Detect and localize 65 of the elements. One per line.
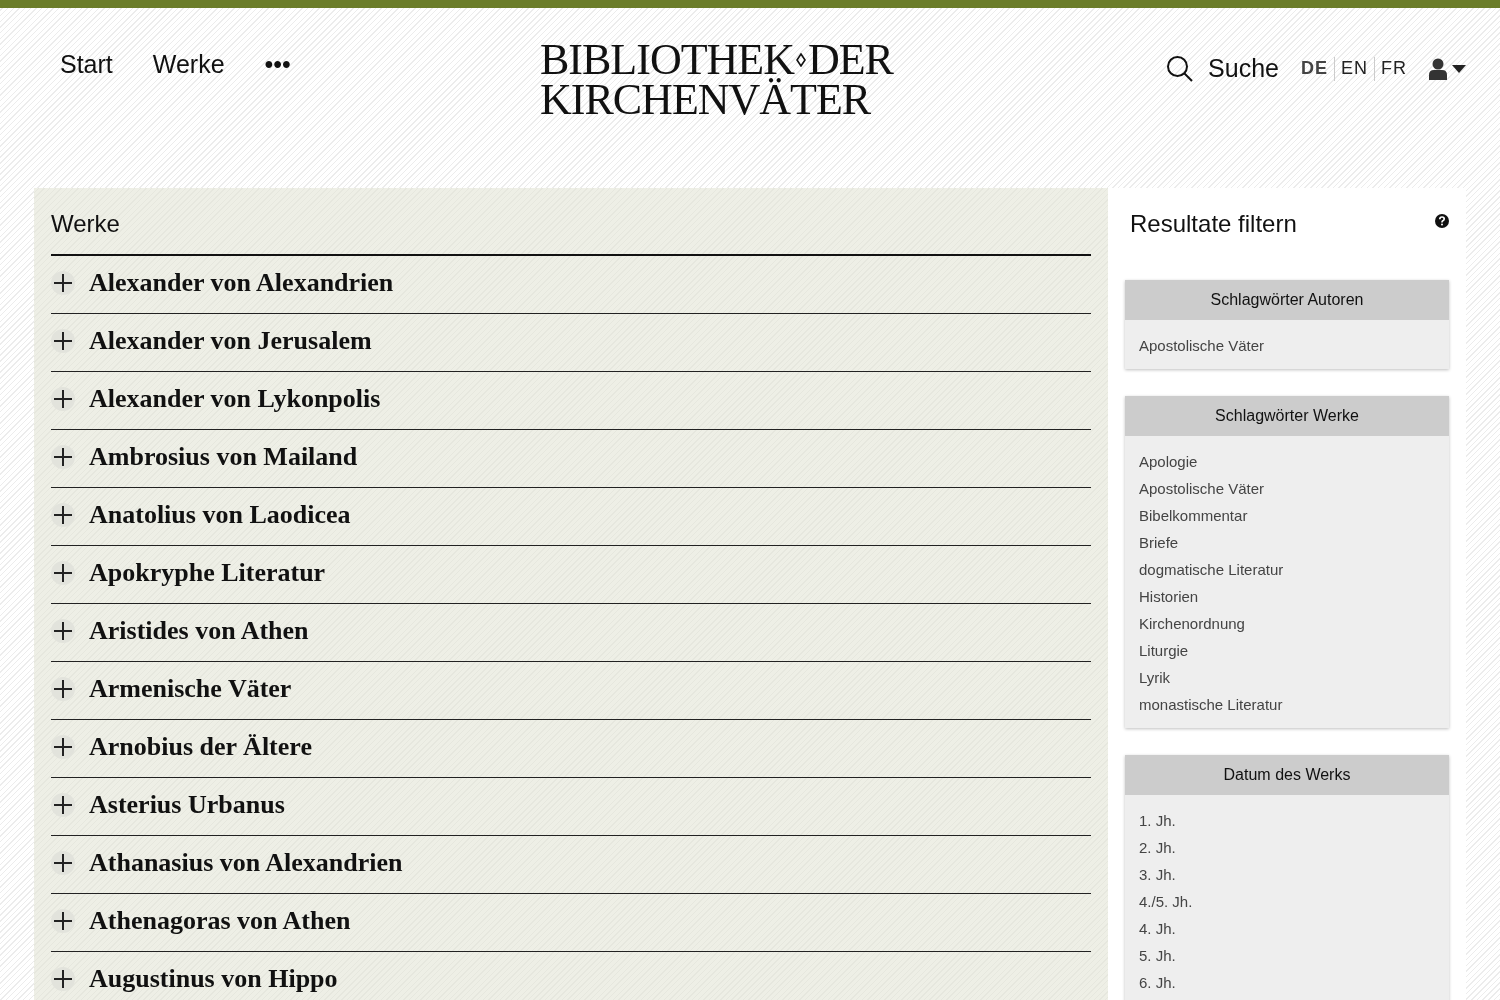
filter-option[interactable]: Briefe	[1139, 529, 1435, 556]
expand-icon[interactable]	[51, 908, 75, 933]
filter-option[interactable]: monastische Literatur	[1139, 691, 1435, 718]
logo-text: DER	[807, 40, 893, 80]
language-link[interactable]: EN	[1341, 58, 1368, 79]
filter-heading: Schlagwörter Autoren	[1125, 280, 1449, 320]
filter-heading: Schlagwörter Werke	[1125, 396, 1449, 436]
expand-icon[interactable]	[51, 386, 75, 411]
filter-option[interactable]: Bibelkommentar	[1139, 502, 1435, 529]
author-link[interactable]: Athanasius von Alexandrien	[89, 847, 403, 878]
filter-option[interactable]: 4./5. Jh.	[1139, 888, 1435, 915]
search-icon	[1166, 54, 1195, 83]
caret-icon	[1452, 64, 1466, 73]
filter-option[interactable]: Historien	[1139, 583, 1435, 610]
filter-option[interactable]: 1. Jh.	[1139, 807, 1435, 834]
expand-icon[interactable]	[51, 850, 75, 875]
filter-option[interactable]: Apostolische Väter	[1139, 332, 1435, 359]
filter-option[interactable]: Liturgie	[1139, 637, 1435, 664]
filter-option[interactable]: Apostolische Väter	[1139, 475, 1435, 502]
user-icon	[1429, 57, 1447, 80]
filter-option[interactable]: 5. Jh.	[1139, 942, 1435, 969]
nav-link[interactable]: Start	[60, 50, 113, 79]
filter-option[interactable]: 6. Jh.	[1139, 969, 1435, 996]
author-link[interactable]: Arnobius der Ältere	[89, 731, 312, 762]
author-link[interactable]: Armenische Väter	[89, 673, 292, 704]
language-link[interactable]: FR	[1381, 58, 1407, 79]
logo[interactable]: BIBLIOTHEK DER KIRCHENVÄTER	[540, 40, 893, 120]
author-link[interactable]: Anatolius von Laodicea	[89, 499, 351, 530]
expand-icon[interactable]	[51, 328, 75, 353]
filter-option[interactable]: Kirchenordnung	[1139, 610, 1435, 637]
expand-icon[interactable]	[51, 444, 75, 469]
expand-icon[interactable]	[51, 502, 75, 527]
section-title: Werke	[51, 188, 1091, 256]
filter-option[interactable]: Apologie	[1139, 448, 1435, 475]
help-icon[interactable]	[1435, 214, 1449, 228]
filter-option[interactable]: 2. Jh.	[1139, 834, 1435, 861]
filter-heading: Datum des Werks	[1125, 755, 1449, 795]
user-menu-button[interactable]	[1429, 57, 1466, 80]
expand-icon[interactable]	[51, 560, 75, 585]
expand-icon[interactable]	[51, 966, 75, 991]
nav-link[interactable]: •••	[264, 50, 291, 79]
author-link[interactable]: Augustinus von Hippo	[89, 963, 338, 994]
author-link[interactable]: Alexander von Alexandrien	[89, 267, 394, 298]
expand-icon[interactable]	[51, 734, 75, 759]
filter-option[interactable]: 3. Jh.	[1139, 861, 1435, 888]
expand-icon[interactable]	[51, 792, 75, 817]
logo-text: KIRCHENVÄTER	[540, 80, 871, 120]
filter-option[interactable]: Lyrik	[1139, 664, 1435, 691]
author-link[interactable]: Athenagoras von Athen	[89, 905, 351, 936]
expand-icon[interactable]	[51, 618, 75, 643]
author-link[interactable]: Ambrosius von Mailand	[89, 441, 358, 472]
diamond-icon	[795, 53, 806, 67]
author-link[interactable]: Alexander von Jerusalem	[89, 325, 372, 356]
language-link[interactable]: DE	[1300, 58, 1328, 79]
expand-icon[interactable]	[51, 270, 75, 295]
sidebar-title: Resultate filtern	[1130, 210, 1297, 238]
author-link[interactable]: Apokryphe Literatur	[89, 557, 326, 588]
author-link[interactable]: Aristides von Athen	[89, 615, 309, 646]
nav-link[interactable]: Werke	[152, 50, 225, 79]
filter-option[interactable]: 4. Jh.	[1139, 915, 1435, 942]
author-link[interactable]: Alexander von Lykonpolis	[89, 383, 381, 414]
author-link[interactable]: Asterius Urbanus	[89, 789, 285, 820]
expand-icon[interactable]	[51, 676, 75, 701]
search-link[interactable]: Suche	[1166, 54, 1279, 83]
filter-option[interactable]: dogmatische Literatur	[1139, 556, 1435, 583]
